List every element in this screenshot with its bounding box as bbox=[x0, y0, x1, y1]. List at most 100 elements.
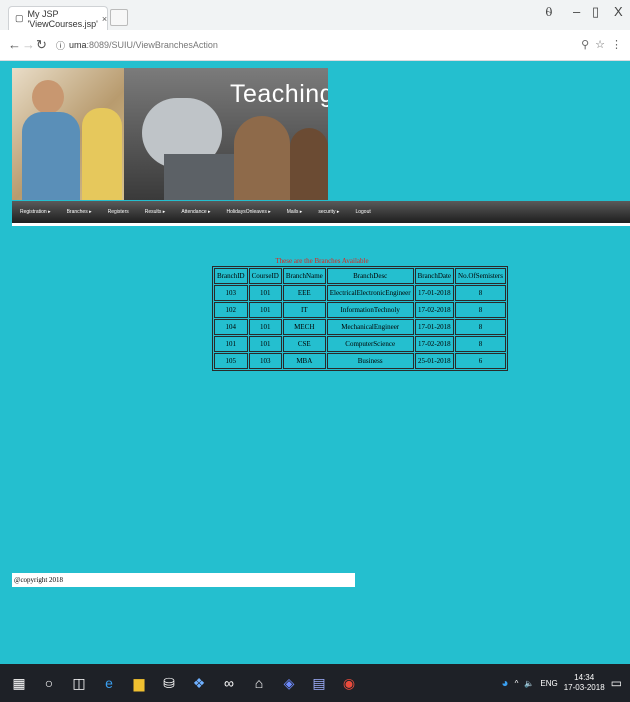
cell: 101 bbox=[248, 336, 282, 352]
page-icon: ▢ bbox=[15, 13, 24, 23]
info-icon: ⓘ bbox=[56, 40, 66, 51]
eclipse-app-icon[interactable]: ◈ bbox=[278, 672, 300, 694]
header-branch-desc: BranchDesc bbox=[326, 268, 414, 284]
menu-item-mails[interactable]: Mails ▸ bbox=[279, 209, 311, 215]
system-tray: ◕ ^ 🔈 ENG 14:34 17-03-2018 ▭ bbox=[501, 664, 622, 702]
table-row: 104 101 MECH MechanicalEngineer 17-01-20… bbox=[214, 319, 506, 335]
cell: 8 bbox=[455, 302, 506, 318]
table-header-row: BranchID CourseID BranchName BranchDesc … bbox=[214, 268, 506, 284]
infinity-app-icon[interactable]: ∞ bbox=[218, 672, 240, 694]
banner-title: Teaching bbox=[230, 80, 328, 108]
chevron-up-icon[interactable]: ^ bbox=[515, 679, 519, 688]
cell: 17-02-2018 bbox=[414, 336, 455, 352]
url-host: uma bbox=[69, 40, 87, 50]
header-branch-name: BranchName bbox=[282, 268, 326, 284]
clock-date: 17-03-2018 bbox=[563, 683, 605, 692]
cell: ComputerScience bbox=[326, 336, 414, 352]
clock[interactable]: 14:34 17-03-2018 bbox=[564, 673, 605, 693]
cell: 101 bbox=[248, 302, 282, 318]
tab-title: My JSP 'ViewCourses.jsp' bbox=[27, 8, 98, 29]
store-bag-icon[interactable]: ⛁ bbox=[158, 672, 180, 694]
copyright-bar: @copyright 2018 bbox=[12, 573, 355, 587]
notification-icon[interactable]: ▭ bbox=[611, 676, 622, 690]
volume-icon[interactable]: 🔈 bbox=[524, 679, 534, 688]
back-arrow-icon[interactable]: ← bbox=[8, 37, 21, 52]
menu-item-security[interactable]: security ▸ bbox=[310, 209, 347, 215]
cell: InformationTechnoly bbox=[326, 302, 414, 318]
cell: IT bbox=[282, 302, 326, 318]
menu-item-branches[interactable]: Branches ▸ bbox=[59, 209, 100, 215]
browser-tab[interactable]: ▢ My JSP 'ViewCourses.jsp' × bbox=[8, 6, 108, 30]
document-app-icon[interactable]: ▤ bbox=[308, 672, 330, 694]
header-banner: Teaching bbox=[12, 68, 328, 200]
profile-icon[interactable]: ⍬ bbox=[545, 4, 553, 20]
cell: 101 bbox=[248, 285, 282, 301]
task-view-icon[interactable]: ◫ bbox=[68, 672, 90, 694]
dropbox-icon[interactable]: ❖ bbox=[188, 672, 210, 694]
cell: 6 bbox=[455, 353, 506, 369]
menu-item-results[interactable]: Results ▸ bbox=[137, 209, 174, 215]
cell: ElectricalElectronicEngineer bbox=[326, 285, 414, 301]
cell: 101 bbox=[248, 319, 282, 335]
cell: 104 bbox=[214, 319, 248, 335]
bookmark-star-icon[interactable]: ☆ bbox=[595, 38, 605, 51]
file-explorer-icon[interactable]: ▆ bbox=[128, 672, 150, 694]
cell: 17-01-2018 bbox=[414, 319, 455, 335]
address-toolbar: ← → ↻ ⓘ uma:8089/SUIU/ViewBranchesAction… bbox=[0, 30, 630, 61]
new-tab-button[interactable] bbox=[110, 9, 128, 26]
header-branch-date: BranchDate bbox=[414, 268, 455, 284]
menu-item-holidays[interactable]: HolidaysOnleaves ▸ bbox=[219, 209, 279, 215]
cell: 105 bbox=[214, 353, 248, 369]
cell: 8 bbox=[455, 285, 506, 301]
clock-time: 14:34 bbox=[574, 673, 595, 682]
cell: CSE bbox=[282, 336, 326, 352]
help-icon[interactable]: ◕ bbox=[501, 676, 508, 690]
maximize-button[interactable]: ▯ bbox=[592, 4, 599, 20]
header-no-of-semesters: No.OfSemisters bbox=[455, 268, 506, 284]
windows-taskbar: ▦ ○ ◫ e ▆ ⛁ ❖ ∞ ⌂ ◈ ▤ ◉ ◕ ^ 🔈 ENG 14:34 … bbox=[0, 664, 630, 702]
table-row: 105 103 MBA Business 25-01-2018 6 bbox=[214, 353, 506, 369]
edge-browser-icon[interactable]: e bbox=[98, 672, 120, 694]
cell: 17-02-2018 bbox=[414, 302, 455, 318]
zoom-icon[interactable]: ⚲ bbox=[581, 38, 589, 51]
banner-photo-students bbox=[12, 68, 124, 200]
address-bar[interactable]: ⓘ uma:8089/SUIU/ViewBranchesAction bbox=[50, 35, 588, 55]
table-row: 103 101 EEE ElectricalElectronicEngineer… bbox=[214, 285, 506, 301]
menu-item-registration[interactable]: Registration ▸ bbox=[12, 209, 59, 215]
cell: MBA bbox=[282, 353, 326, 369]
cell: 102 bbox=[214, 302, 248, 318]
minimize-button[interactable]: – bbox=[573, 4, 580, 19]
menu-item-registers[interactable]: Registers bbox=[100, 209, 137, 215]
cell: MechanicalEngineer bbox=[326, 319, 414, 335]
tab-close-button[interactable]: × bbox=[102, 14, 107, 24]
header-branch-id: BranchID bbox=[214, 268, 248, 284]
chrome-icon[interactable]: ◉ bbox=[338, 672, 360, 694]
menu-item-attendance[interactable]: Attendance ▸ bbox=[173, 209, 218, 215]
menu-divider bbox=[12, 223, 630, 226]
start-windows-icon[interactable]: ▦ bbox=[8, 672, 30, 694]
table-row: 101 101 CSE ComputerScience 17-02-2018 8 bbox=[214, 336, 506, 352]
cell: 101 bbox=[214, 336, 248, 352]
cell: EEE bbox=[282, 285, 326, 301]
url-path: :8089/SUIU/ViewBranchesAction bbox=[86, 40, 218, 50]
forward-arrow-icon[interactable]: → bbox=[22, 37, 35, 52]
cell: MECH bbox=[282, 319, 326, 335]
table-row: 102 101 IT InformationTechnoly 17-02-201… bbox=[214, 302, 506, 318]
cell: 17-01-2018 bbox=[414, 285, 455, 301]
search-circle-icon[interactable]: ○ bbox=[38, 672, 60, 694]
menu-dots-icon[interactable]: ⋮ bbox=[611, 38, 622, 51]
branches-table: BranchID CourseID BranchName BranchDesc … bbox=[212, 266, 508, 371]
cell: 25-01-2018 bbox=[414, 353, 455, 369]
cell: 8 bbox=[455, 319, 506, 335]
cell: 103 bbox=[214, 285, 248, 301]
cell: 103 bbox=[248, 353, 282, 369]
cell: 8 bbox=[455, 336, 506, 352]
main-menu: Registration ▸ Branches ▸ Registers Resu… bbox=[12, 201, 630, 223]
reload-icon[interactable]: ↻ bbox=[36, 37, 47, 53]
menu-item-logout[interactable]: Logout bbox=[347, 209, 378, 215]
table-caption: These are the Branches Available bbox=[275, 257, 369, 265]
language-indicator[interactable]: ENG bbox=[540, 679, 557, 688]
inbox-icon[interactable]: ⌂ bbox=[248, 672, 270, 694]
close-window-button[interactable]: X bbox=[614, 4, 623, 19]
header-course-id: CourseID bbox=[248, 268, 282, 284]
